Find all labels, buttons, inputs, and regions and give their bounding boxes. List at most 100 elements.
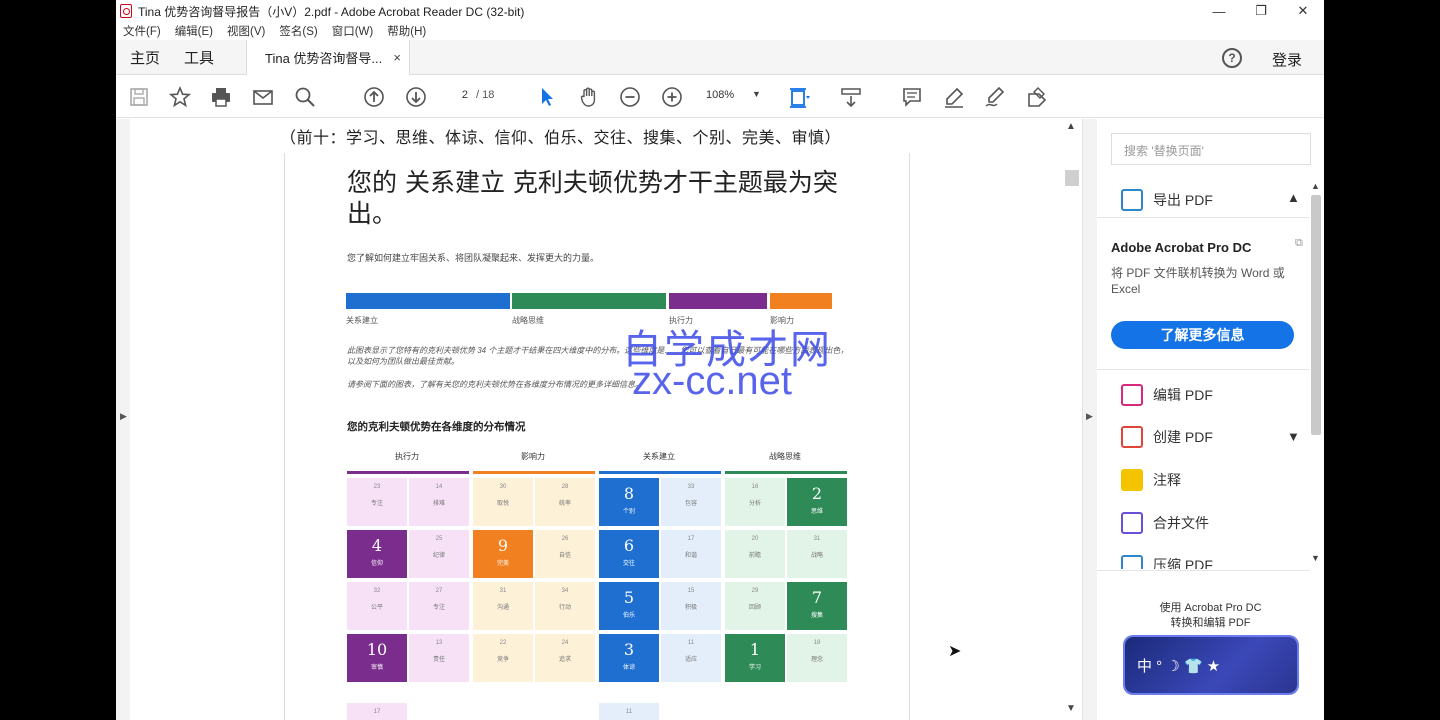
theme-cell: 13 责任 [409,634,469,682]
theme-name: 专注 [432,605,445,611]
theme-cell: 33 包容 [661,478,721,526]
theme-rank: 22 [499,640,507,646]
theme-rank: 34 [561,588,569,594]
tab-document[interactable]: Tina 优势咨询督导... × [246,40,410,75]
theme-cell: 22 竞争 [473,634,533,682]
scroll-mode-icon[interactable] [838,84,864,110]
theme-cell: 17 和谐 [661,530,721,578]
menu-help[interactable]: 帮助(H) [387,23,426,39]
tab-tools[interactable]: 工具 [184,47,214,68]
theme-name: 和谐 [684,553,697,559]
theme-cell: 28 统率 [535,478,595,526]
zoom-dropdown-icon[interactable]: ▼ [752,89,761,99]
theme-cell: 2 思维 [787,478,847,526]
copy-icon[interactable]: ⧉ [1295,237,1303,250]
tools-search-input[interactable]: 搜索 '替换页面' [1111,133,1311,165]
theme-rank: 29 [751,588,759,594]
theme-rank: 26 [561,536,569,542]
theme-rank: 31 [813,536,821,542]
theme-rank: 1 [749,640,761,659]
theme-name: 沟通 [496,605,509,611]
minimize-button[interactable]: — [1198,0,1240,22]
expand-chevron-icon[interactable]: ▼ [1287,429,1300,444]
learn-more-button[interactable]: 了解更多信息 [1111,321,1294,349]
domain-bar-executing [669,293,767,309]
theme-cell: 25 纪律 [409,530,469,578]
combine-files-item[interactable]: 合并文件 [1121,512,1209,534]
theme-cell: 34 行动 [535,582,595,630]
column-header-executing: 执行力 [395,452,419,461]
tools-scrollbar[interactable]: ▲ ▼ [1309,181,1323,581]
zoom-search-icon[interactable] [292,84,318,110]
mail-icon[interactable] [250,84,276,110]
page-number-input[interactable]: 2 [446,86,474,106]
comment-item[interactable]: 注释 [1121,469,1181,491]
scroll-thumb[interactable] [1065,170,1079,186]
theme-cell-extra-2: 11 [599,703,659,720]
document-view[interactable]: ▶ （前十：学习、思维、体谅、信仰、伯乐、交往、搜集、个别、完美、审慎） 您的 … [116,119,1082,720]
star-icon[interactable] [167,84,193,110]
theme-cell: 3 体谅 [599,634,659,682]
theme-name: 包容 [684,501,697,507]
highlight-icon[interactable] [941,84,967,110]
theme-cell: 32 公平 [347,582,407,630]
theme-name: 前瞻 [748,553,761,559]
menu-window[interactable]: 窗口(W) [332,23,374,39]
export-pdf-label: 导出 PDF [1153,192,1213,208]
theme-name: 自信 [558,553,571,559]
acrobat-app-icon [120,4,132,18]
close-window-button[interactable]: ✕ [1282,0,1324,22]
column-header-influencing: 影响力 [521,452,545,461]
select-cursor-icon[interactable] [534,84,560,110]
print-icon[interactable] [208,84,234,110]
promo-banner-image[interactable]: 中 ° ☽ 👕 ★ [1125,637,1297,693]
tools-scroll-up-icon[interactable]: ▲ [1311,181,1320,191]
domain-label-relationship: 关系建立 [346,316,378,325]
left-panel-toggle[interactable]: ▶ [116,119,130,720]
fit-page-icon[interactable] [786,84,812,110]
close-tab-icon[interactable]: × [393,50,401,65]
theme-cell: 27 专注 [409,582,469,630]
theme-name: 交往 [622,561,635,567]
hand-icon[interactable] [576,84,602,110]
menu-view[interactable]: 视图(V) [227,23,265,39]
watermark-text-url: zx-cc.net [632,359,793,403]
zoom-in-icon[interactable] [659,84,685,110]
theme-cell: 20 前瞻 [725,530,785,578]
page-down-icon[interactable] [403,84,429,110]
help-icon[interactable]: ? [1222,48,1242,68]
login-button[interactable]: 登录 [1272,49,1302,70]
menu-sign[interactable]: 签名(S) [279,23,317,39]
tools-scroll-down-icon[interactable]: ▼ [1311,553,1320,563]
expand-left-icon[interactable]: ▶ [120,411,127,422]
tab-home[interactable]: 主页 [130,47,160,68]
export-pdf-item[interactable]: 导出 PDF [1121,189,1213,211]
fill-sign-icon[interactable] [1024,84,1050,110]
right-pane-splitter[interactable]: ▶ [1082,119,1097,720]
column-header-strategic: 战略思维 [769,452,801,461]
column-header-relationship: 关系建立 [643,452,675,461]
edit-pdf-item[interactable]: 编辑 PDF [1121,384,1213,406]
zoom-out-icon[interactable] [617,84,643,110]
save-icon[interactable] [126,84,152,110]
theme-cell: 4 信仰 [347,530,407,578]
sign-icon[interactable] [982,84,1008,110]
restore-button[interactable]: ❐ [1240,0,1282,22]
theme-rank: 6 [623,536,635,555]
compress-pdf-icon [1121,555,1143,569]
comment-icon[interactable] [899,84,925,110]
compress-pdf-item[interactable]: 压缩 PDF [1121,555,1213,569]
menu-file[interactable]: 文件(F) [123,23,161,39]
scroll-up-icon[interactable]: ▲ [1066,121,1076,132]
document-scrollbar[interactable]: ▲ ▼ [1062,119,1082,720]
page-up-icon[interactable] [361,84,387,110]
tools-scroll-thumb[interactable] [1311,195,1321,435]
collapse-chevron-icon[interactable]: ▲ [1287,190,1300,205]
create-pdf-item[interactable]: 创建 PDF [1121,426,1213,448]
theme-name: 信仰 [370,561,383,567]
collapse-right-pane-icon[interactable]: ▶ [1086,411,1093,422]
theme-name: 回顾 [748,605,761,611]
theme-rank: 33 [687,484,695,490]
menu-edit[interactable]: 编辑(E) [175,23,213,39]
scroll-down-icon[interactable]: ▼ [1066,703,1076,714]
